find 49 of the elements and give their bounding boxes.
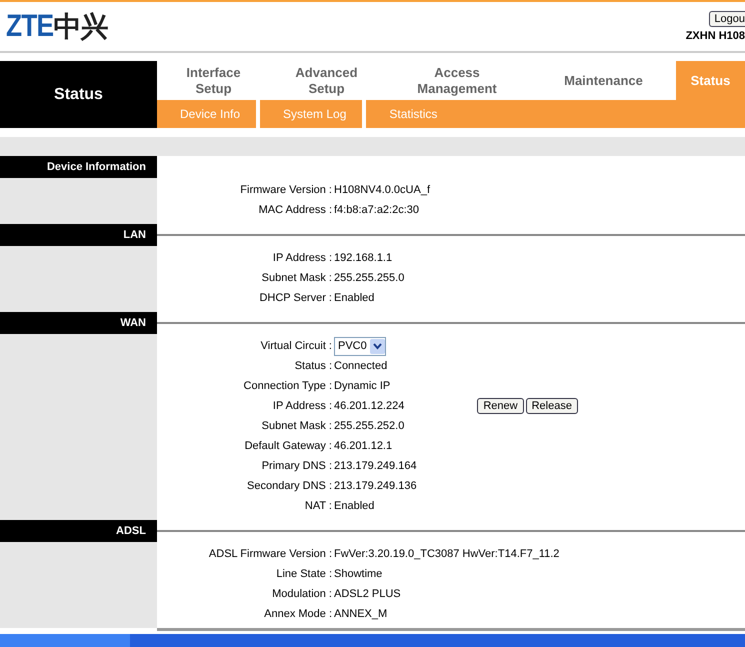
- model-name: ZXHN H108: [686, 30, 745, 42]
- field-label: Default Gateway :: [244, 440, 333, 452]
- field-label: IP Address :: [272, 400, 333, 412]
- field-value: Enabled: [334, 292, 374, 304]
- field-label: IP Address :: [272, 252, 333, 264]
- action-button[interactable]: Release: [526, 398, 578, 414]
- field-label: Line State :: [275, 568, 333, 580]
- field-value: Showtime: [334, 568, 382, 580]
- field-value: 255.255.252.0: [334, 420, 404, 432]
- field-value: 255.255.255.0: [334, 272, 404, 284]
- field-label: Connection Type :: [242, 380, 333, 392]
- logout-button[interactable]: Logou: [709, 11, 745, 27]
- field-value: 213.179.249.164: [334, 460, 417, 472]
- field-label: Status :: [294, 360, 333, 372]
- action-button[interactable]: Renew: [477, 398, 524, 414]
- circuit-dropdown[interactable]: PVC0: [334, 336, 386, 356]
- field-value: ADSL2 PLUS: [334, 588, 401, 600]
- field-value: 213.179.249.136: [334, 480, 417, 492]
- field-label: Annex Mode :: [263, 608, 333, 620]
- field-value: 192.168.1.1: [334, 252, 392, 264]
- field-value: ANNEX_M: [334, 608, 388, 620]
- caret-icon: [372, 342, 382, 350]
- field-label: ADSL Firmware Version :: [208, 548, 333, 560]
- section-header: WAN: [0, 312, 157, 334]
- field-value: Connected: [334, 360, 388, 372]
- field-value: 46.201.12.224: [334, 400, 404, 412]
- field-value: 46.201.12.1: [334, 440, 392, 452]
- field-label: Secondary DNS :: [246, 480, 333, 492]
- field-label: Firmware Version :: [239, 184, 333, 196]
- field-value: FwVer:3.20.19.0_TC3087 HwVer:T14.F7_11.2: [334, 548, 560, 560]
- field-label: Subnet Mask :: [260, 420, 333, 432]
- field-label: MAC Address :: [258, 204, 333, 216]
- field-label: NAT :: [304, 500, 333, 512]
- section-header: LAN: [0, 224, 157, 246]
- field-value: H108NV4.0.0cUA_f: [334, 184, 430, 196]
- page-title: Status: [0, 61, 157, 128]
- field-label: Primary DNS :: [260, 460, 333, 472]
- logo-text: 中兴: [54, 10, 108, 44]
- section-header: Device Information: [0, 156, 157, 178]
- taskbar-button[interactable]: [0, 634, 130, 647]
- field-label: DHCP Server :: [258, 292, 333, 304]
- field-label: Subnet Mask :: [260, 272, 333, 284]
- field-value: Enabled: [334, 500, 374, 512]
- field-value: f4:b8:a7:a2:2c:30: [334, 204, 420, 216]
- field-value: Dynamic IP: [334, 380, 390, 392]
- section-header: ADSL: [0, 520, 157, 542]
- field-label: Modulation :: [271, 588, 333, 600]
- logo-text: ZTE: [6, 8, 54, 44]
- field-label: Virtual Circuit :: [260, 340, 333, 352]
